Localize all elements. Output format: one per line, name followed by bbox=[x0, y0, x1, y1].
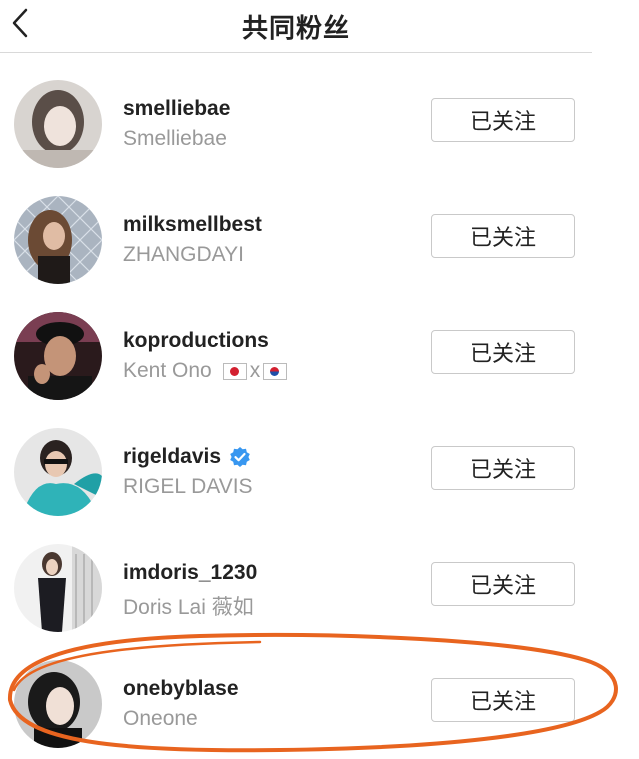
verified-badge-icon bbox=[230, 447, 250, 467]
full-name: RIGEL DAVIS bbox=[123, 475, 253, 498]
full-name: Smelliebae bbox=[123, 127, 227, 150]
full-name: ZHANGDAYI bbox=[123, 243, 244, 266]
following-button[interactable]: 已关注 bbox=[431, 98, 575, 142]
avatar[interactable] bbox=[14, 544, 102, 632]
japan-flag-icon bbox=[222, 362, 247, 380]
avatar[interactable] bbox=[14, 80, 102, 168]
avatar[interactable] bbox=[14, 196, 102, 284]
list-item[interactable]: imdoris_1230 Doris Lai 薇如 已关注 bbox=[0, 528, 592, 644]
username[interactable]: milksmellbest bbox=[123, 213, 262, 237]
mutual-followers-list: smelliebae Smelliebae 已关注 milksmellbest … bbox=[0, 64, 592, 759]
full-name: Doris Lai 薇如 bbox=[123, 596, 254, 619]
south-korea-flag-icon bbox=[263, 362, 288, 380]
screen: 共同粉丝 smelliebae Smelliebae 已关注 milksmell… bbox=[0, 0, 639, 759]
username[interactable]: onebyblase bbox=[123, 677, 239, 701]
list-item[interactable]: rigeldavis RIGEL DAVIS 已关注 bbox=[0, 412, 592, 528]
list-item[interactable]: milksmellbest ZHANGDAYI 已关注 bbox=[0, 180, 592, 296]
following-button[interactable]: 已关注 bbox=[431, 214, 575, 258]
full-name: Oneone bbox=[123, 707, 198, 730]
avatar[interactable] bbox=[14, 428, 102, 516]
username[interactable]: rigeldavis bbox=[123, 445, 251, 469]
following-button[interactable]: 已关注 bbox=[431, 446, 575, 490]
list-item[interactable]: onebyblase Oneone 已关注 bbox=[0, 644, 592, 759]
username[interactable]: imdoris_1230 bbox=[123, 561, 257, 585]
list-item[interactable]: smelliebae Smelliebae 已关注 bbox=[0, 64, 592, 180]
following-button[interactable]: 已关注 bbox=[431, 562, 575, 606]
nav-bar: 共同粉丝 bbox=[0, 0, 592, 53]
avatar[interactable] bbox=[14, 312, 102, 400]
list-item[interactable]: koproductions Kent Ono x 已关注 bbox=[0, 296, 592, 412]
username[interactable]: koproductions bbox=[123, 329, 269, 353]
full-name: Kent Ono x bbox=[123, 359, 290, 383]
following-button[interactable]: 已关注 bbox=[431, 678, 575, 722]
following-button[interactable]: 已关注 bbox=[431, 330, 575, 374]
username[interactable]: smelliebae bbox=[123, 97, 230, 121]
right-margin bbox=[592, 0, 639, 759]
page-title: 共同粉丝 bbox=[241, 13, 350, 43]
avatar[interactable] bbox=[14, 660, 102, 748]
